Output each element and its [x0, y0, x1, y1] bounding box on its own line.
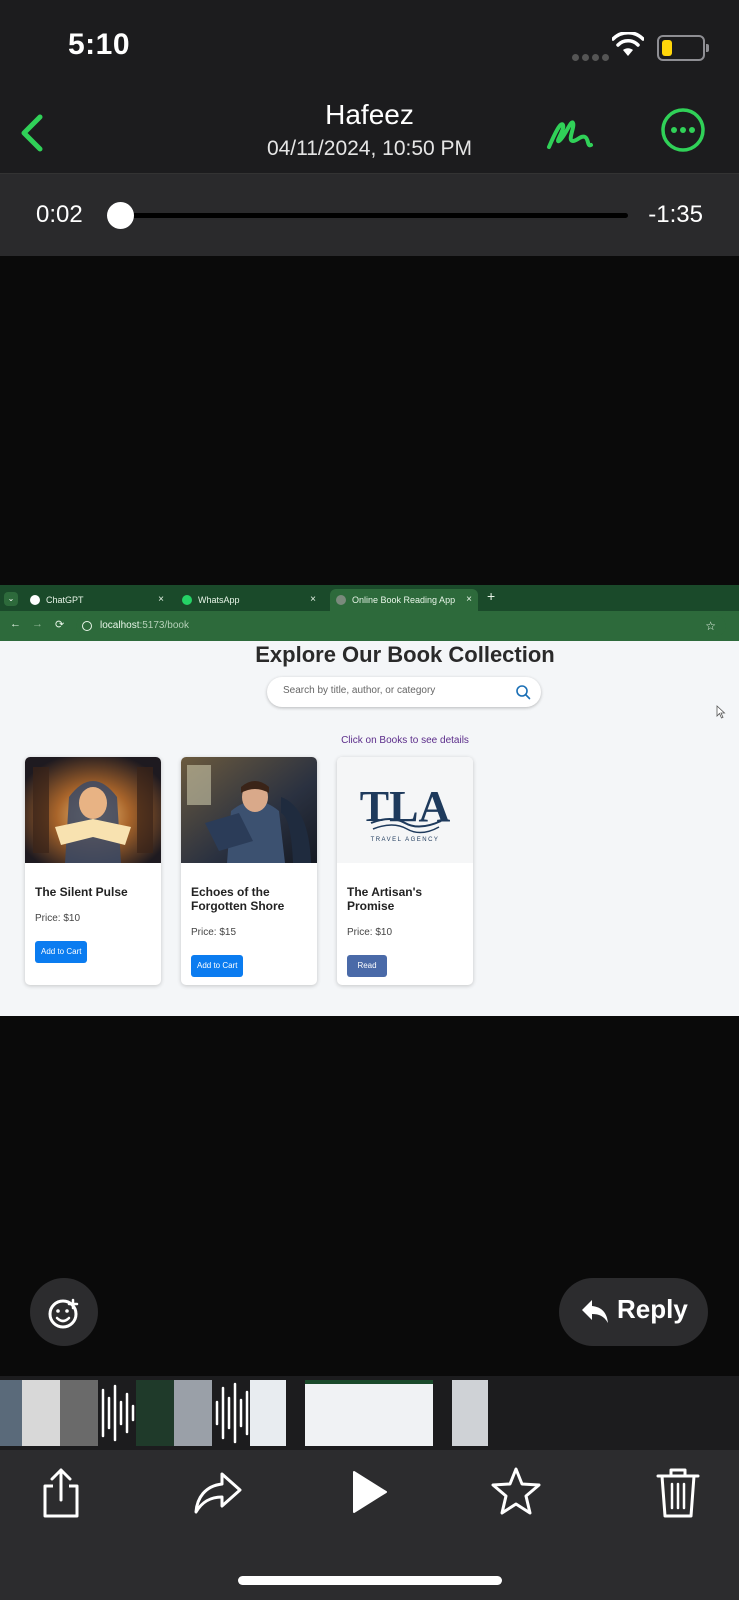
- tab-close-icon[interactable]: ×: [466, 589, 472, 611]
- tab-label: ChatGPT: [46, 595, 84, 605]
- tab-label: WhatsApp: [198, 595, 240, 605]
- message-timestamp: 04/11/2024, 10:50 PM: [266, 137, 473, 160]
- filmstrip-frame: [60, 1380, 98, 1446]
- playback-scrubber: 0:02 -1:35: [0, 174, 739, 256]
- filmstrip-frame: [452, 1380, 488, 1446]
- details-hint: Click on Books to see details: [341, 735, 469, 746]
- page-heading: Explore Our Book Collection: [255, 642, 555, 667]
- add-to-cart-button[interactable]: Add to Cart: [35, 941, 88, 963]
- waveform-frame: [98, 1380, 136, 1446]
- chatgpt-favicon-icon: [30, 595, 40, 605]
- book-card[interactable]: TLA TRAVEL AGENCY The Artisan's Promise …: [337, 757, 473, 985]
- star-icon[interactable]: [488, 1464, 544, 1520]
- battery-icon: [657, 35, 709, 61]
- markup-icon[interactable]: [545, 107, 595, 157]
- add-to-cart-button[interactable]: Add to Cart: [191, 955, 244, 977]
- book-price: Price: $10: [35, 913, 81, 924]
- reply-button[interactable]: Reply: [559, 1278, 708, 1346]
- url-field[interactable]: localhost:5173/book ☆: [76, 616, 726, 636]
- more-options-icon[interactable]: [660, 107, 706, 153]
- filmstrip-frame: [174, 1380, 212, 1446]
- scrubber-handle[interactable]: [107, 202, 134, 229]
- remaining-time: -1:35: [648, 201, 703, 228]
- contact-name[interactable]: Hafeez: [0, 99, 739, 131]
- reload-icon[interactable]: ⟳: [55, 618, 64, 631]
- status-bar: 5:10: [0, 0, 739, 95]
- back-arrow-icon[interactable]: ←: [10, 618, 21, 630]
- read-button[interactable]: Read: [347, 955, 387, 977]
- tab-search-icon[interactable]: ⌄: [4, 592, 18, 606]
- reply-label: Reply: [617, 1294, 688, 1324]
- elapsed-time: 0:02: [36, 201, 83, 228]
- cellular-signal-icon: [572, 48, 612, 66]
- mouse-cursor-icon: [716, 705, 726, 719]
- bookmark-star-icon[interactable]: ☆: [705, 616, 716, 636]
- book-price: Price: $10: [347, 927, 393, 938]
- browser-tab-strip: ⌄ ChatGPT × WhatsApp × Online Book Readi…: [0, 585, 739, 611]
- forward-arrow-icon[interactable]: →: [32, 618, 43, 630]
- filmstrip-frame: [22, 1380, 60, 1446]
- browser-tab[interactable]: ChatGPT ×: [24, 589, 170, 611]
- book-card[interactable]: The Silent Pulse Price: $10 Add to Cart: [25, 757, 161, 985]
- book-title[interactable]: Echoes of the Forgotten Shore: [191, 885, 311, 913]
- browser-tab[interactable]: WhatsApp ×: [176, 589, 322, 611]
- page-favicon-icon: [336, 595, 346, 605]
- tapback-button[interactable]: [30, 1278, 98, 1346]
- status-time: 5:10: [68, 28, 131, 61]
- waveform-frame: [212, 1380, 250, 1446]
- book-cover-logo[interactable]: TLA TRAVEL AGENCY: [337, 757, 473, 863]
- message-header: Hafeez 04/11/2024, 10:50 PM: [0, 95, 739, 174]
- url-host: localhost: [100, 620, 140, 631]
- video-frame[interactable]: ⌄ ChatGPT × WhatsApp × Online Book Readi…: [0, 585, 739, 1016]
- book-cover-image[interactable]: [181, 757, 317, 863]
- book-title[interactable]: The Artisan's Promise: [347, 885, 467, 913]
- new-tab-button[interactable]: +: [487, 588, 495, 604]
- url-path: :5173/book: [139, 620, 189, 631]
- whatsapp-favicon-icon: [182, 595, 192, 605]
- search-icon[interactable]: [515, 684, 531, 700]
- filmstrip-frame: [0, 1380, 22, 1446]
- book-search-input[interactable]: Search by title, author, or category: [267, 677, 541, 707]
- browser-tab-active[interactable]: Online Book Reading App ×: [330, 589, 478, 611]
- filmstrip-frame: [250, 1380, 286, 1446]
- book-price: Price: $15: [191, 927, 237, 938]
- search-placeholder: Search by title, author, or category: [283, 685, 436, 696]
- add-reaction-icon: [48, 1298, 79, 1329]
- wifi-icon: [612, 32, 644, 56]
- filmstrip-frame-current: [305, 1380, 433, 1446]
- filmstrip-frame: [136, 1380, 174, 1446]
- tab-close-icon[interactable]: ×: [158, 589, 164, 611]
- forward-icon[interactable]: [190, 1464, 246, 1520]
- share-icon[interactable]: [33, 1464, 89, 1520]
- book-cover-image[interactable]: [25, 757, 161, 863]
- logo-subtext: TRAVEL AGENCY: [371, 837, 440, 843]
- trash-icon[interactable]: [650, 1464, 706, 1520]
- scrubber-track[interactable]: [120, 213, 628, 218]
- tab-close-icon[interactable]: ×: [310, 589, 316, 611]
- reply-arrow-icon: [582, 1300, 608, 1323]
- home-indicator[interactable]: [238, 1576, 502, 1585]
- site-info-icon[interactable]: [82, 621, 92, 631]
- tab-label: Online Book Reading App: [352, 595, 456, 605]
- book-card[interactable]: Echoes of the Forgotten Shore Price: $15…: [181, 757, 317, 985]
- video-filmstrip[interactable]: [0, 1376, 739, 1450]
- play-icon[interactable]: [340, 1464, 396, 1520]
- browser-address-bar: ← → ⟳ localhost:5173/book ☆: [0, 611, 739, 641]
- book-title[interactable]: The Silent Pulse: [35, 885, 155, 899]
